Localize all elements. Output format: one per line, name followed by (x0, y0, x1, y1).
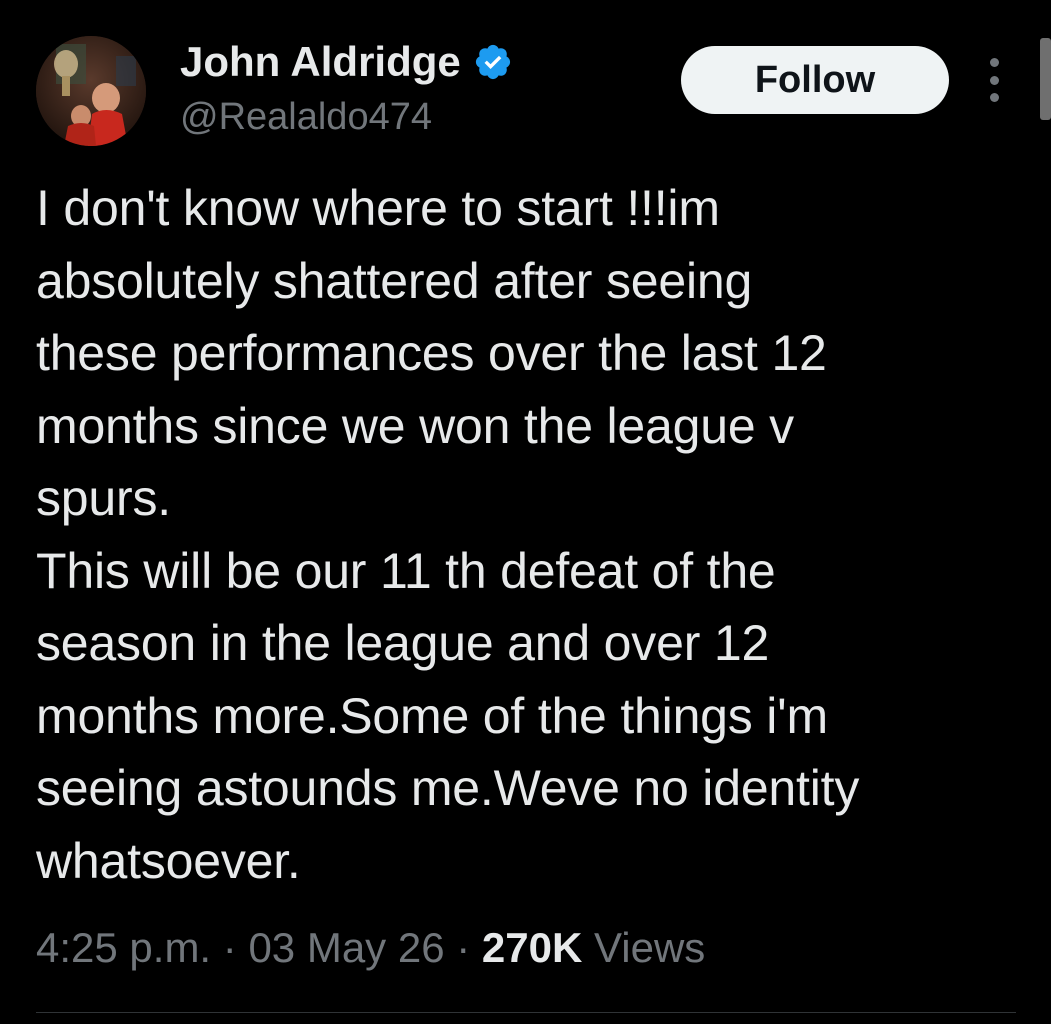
tweet-text: I don't know where to start !!!im absolu… (36, 180, 860, 889)
tweet-date[interactable]: 03 May 26 (248, 924, 444, 971)
tweet-card: John Aldridge @Realaldo474 Follow I don'… (0, 0, 1051, 1024)
author-handle[interactable]: @Realaldo474 (180, 94, 432, 140)
views-label: Views (594, 924, 706, 971)
meta-separator: · (456, 924, 471, 971)
author-name-row: John Aldridge (180, 36, 513, 88)
views-count: 270K (481, 924, 583, 971)
scrollbar[interactable] (1040, 38, 1051, 120)
more-dot (989, 93, 999, 102)
verified-badge-icon[interactable] (473, 42, 513, 82)
divider (36, 1012, 1016, 1013)
avatar[interactable] (36, 36, 146, 146)
follow-button[interactable]: Follow (681, 46, 949, 114)
more-dot (989, 58, 999, 67)
meta-separator: · (222, 924, 237, 971)
tweet-time[interactable]: 4:25 p.m. (36, 924, 211, 971)
avatar-photo (36, 36, 146, 146)
more-dot (989, 75, 999, 85)
more-vertical-icon[interactable] (978, 58, 1010, 102)
author-display-name[interactable]: John Aldridge (180, 36, 461, 88)
tweet-meta: 4:25 p.m. · 03 May 26 · 270K Views (36, 918, 705, 978)
